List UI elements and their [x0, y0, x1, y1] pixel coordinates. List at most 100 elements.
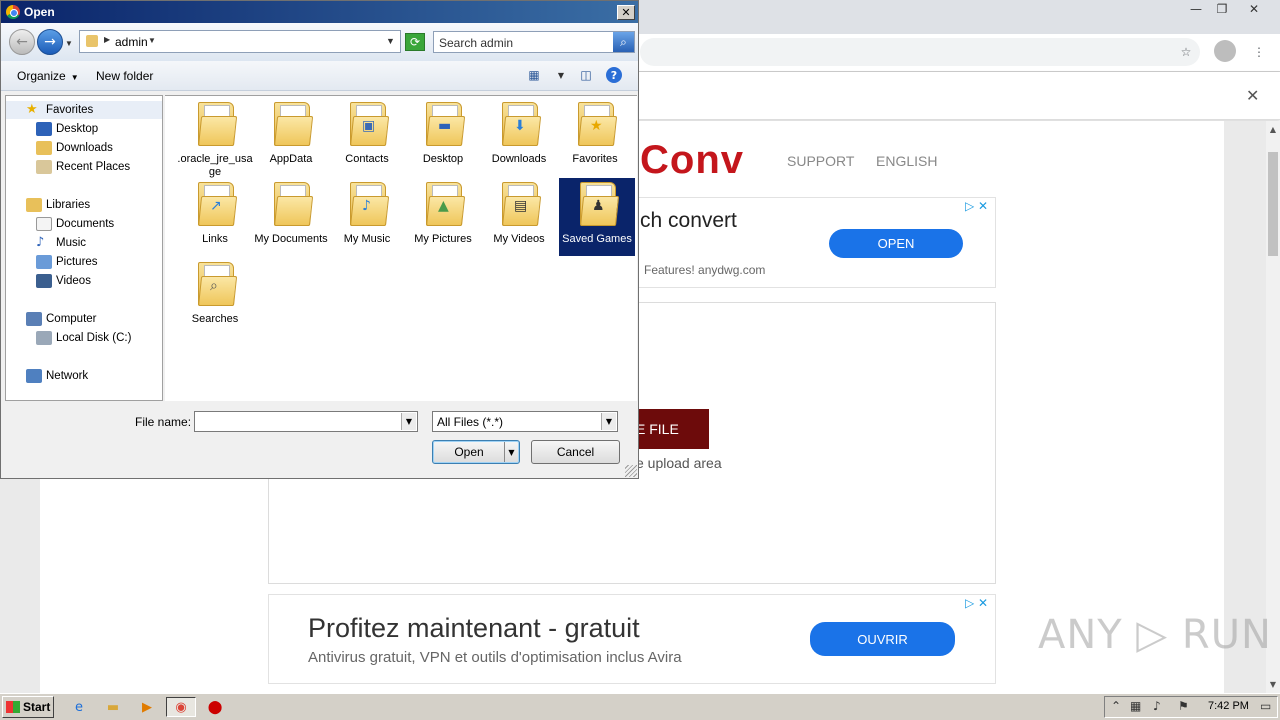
nav-computer[interactable]: Computer [6, 310, 97, 328]
nav-pictures[interactable]: Pictures [6, 253, 98, 271]
folder-item[interactable]: .oracle_jre_usage [177, 98, 253, 178]
folder-item[interactable]: ▬ Desktop [405, 98, 481, 176]
address-segment[interactable]: admin [115, 35, 148, 49]
folder-label: Saved Games [562, 233, 632, 245]
organize-menu[interactable]: Organize ▼ [17, 69, 79, 83]
favorites-folder-icon: ★ [578, 102, 618, 146]
menu-icon[interactable]: ⋮ [1248, 41, 1270, 63]
scrollbar-thumb[interactable] [1268, 152, 1278, 256]
help-icon[interactable]: ? [606, 67, 622, 83]
scroll-up-icon[interactable]: ▲ [1266, 122, 1280, 136]
folder-label: Downloads [491, 153, 547, 165]
security-app-icon[interactable]: ⬤ [204, 697, 226, 717]
adchoices-icon[interactable]: ▷ ✕ [965, 199, 988, 213]
star-icon: ★ [26, 102, 38, 117]
chevron-right-icon[interactable]: ▶ [104, 35, 110, 44]
nav-videos[interactable]: Videos [6, 272, 91, 290]
nav-music[interactable]: ♪ Music [6, 234, 86, 252]
window-close-button[interactable]: ✕ [1240, 0, 1268, 18]
site-logo[interactable]: Conv [640, 138, 744, 183]
volume-icon[interactable]: ♪ [1153, 699, 1161, 713]
nav-downloads[interactable]: Downloads [6, 139, 113, 157]
cancel-button[interactable]: Cancel [531, 440, 620, 464]
refresh-button[interactable]: ⟳ [405, 33, 425, 51]
recent-places-icon [36, 160, 52, 174]
ad-ouvrir-button[interactable]: OUVRIR [810, 622, 955, 656]
chevron-down-icon[interactable]: ▼ [601, 413, 616, 430]
address-dropdown-icon[interactable]: ▼ [386, 36, 395, 46]
scroll-down-icon[interactable]: ▼ [1266, 677, 1280, 691]
folder-item[interactable]: ★ Favorites [557, 98, 633, 176]
folder-item[interactable]: ▤ My Videos [481, 178, 557, 256]
open-dialog: Open ✕ ← → ▼ ▶ admin ▼ ▼ ⟳ Search admin … [0, 0, 639, 479]
nav-label: Pictures [56, 256, 98, 268]
restore-button[interactable]: ❐ [1208, 0, 1236, 18]
network-tray-icon[interactable]: ▦ [1130, 699, 1141, 713]
navigation-pane: ★ Favorites Desktop Downloads Recent Plac… [5, 95, 163, 401]
clock[interactable]: 7:42 PM [1208, 700, 1249, 712]
chevron-down-icon[interactable]: ▼ [148, 36, 156, 45]
chevron-down-icon[interactable]: ▼ [553, 67, 569, 83]
file-list: .oracle_jre_usage AppData ▣ Contacts ▬ D… [165, 95, 637, 401]
nav-local-disk[interactable]: Local Disk (C:) [6, 329, 131, 347]
nav-english[interactable]: ENGLISH [876, 153, 937, 169]
view-options-icon[interactable]: ▦ [526, 67, 542, 83]
explorer-icon[interactable]: ▬ [102, 697, 124, 717]
folder-item[interactable]: ▲ My Pictures [405, 178, 481, 256]
minimize-button[interactable]: — [1182, 0, 1210, 18]
folder-item[interactable]: ⬇ Downloads [481, 98, 557, 176]
nav-label: Local Disk (C:) [56, 332, 132, 344]
omnibox[interactable] [640, 38, 1200, 66]
star-icon[interactable]: ☆ [1175, 41, 1197, 63]
folder-item[interactable]: AppData [253, 98, 329, 176]
open-split-dropdown-icon[interactable]: ▼ [504, 442, 518, 462]
nav-recent-places[interactable]: Recent Places [6, 158, 130, 176]
search-input[interactable]: Search admin [433, 31, 635, 53]
nav-network[interactable]: Network [6, 367, 88, 385]
media-player-icon[interactable]: ▶ [136, 697, 158, 717]
nav-documents[interactable]: Documents [6, 215, 114, 233]
flag-icon[interactable]: ⚑ [1178, 699, 1189, 713]
pictures-icon [36, 255, 52, 269]
nav-desktop[interactable]: Desktop [6, 120, 98, 138]
recent-locations-icon[interactable]: ▼ [65, 39, 73, 48]
folder-label: My Music [343, 233, 391, 245]
start-button[interactable]: Start [2, 696, 54, 718]
folder-item[interactable]: ↗ Links [177, 178, 253, 256]
nav-label: Downloads [56, 142, 113, 154]
ie-icon[interactable]: e [68, 697, 90, 717]
folder-item-selected[interactable]: ♟ Saved Games [559, 178, 635, 256]
tray-expand-icon[interactable]: ⌃ [1111, 699, 1121, 713]
chevron-down-icon[interactable]: ▼ [401, 413, 416, 430]
folder-item[interactable]: ♪ My Music [329, 178, 405, 256]
folder-item[interactable]: My Documents [253, 178, 329, 256]
folder-item[interactable]: ⌕ Searches [177, 258, 253, 336]
file-type-select[interactable]: All Files (*.*) ▼ [432, 411, 618, 432]
folder-item[interactable]: ▣ Contacts [329, 98, 405, 176]
nav-label: Documents [56, 218, 115, 230]
choose-file-label: E FILE [636, 421, 679, 437]
choose-file-button[interactable]: E FILE [636, 409, 709, 449]
chrome-icon[interactable]: ◉ [166, 697, 196, 717]
preview-pane-icon[interactable]: ◫ [578, 67, 594, 83]
file-name-input[interactable]: ▼ [194, 411, 418, 432]
forward-button[interactable]: → [37, 29, 63, 55]
new-folder-button[interactable]: New folder [96, 69, 153, 83]
nav-favorites[interactable]: ★ Favorites [6, 101, 162, 119]
nav-libraries[interactable]: Libraries [6, 196, 90, 214]
ad-open-button[interactable]: OPEN [829, 229, 963, 258]
infobar-close-icon[interactable]: ✕ [1246, 86, 1259, 105]
search-icon[interactable]: ⌕ [613, 32, 634, 52]
dialog-close-button[interactable]: ✕ [617, 5, 635, 20]
show-desktop-icon[interactable]: ▭ [1260, 699, 1271, 713]
resize-grip[interactable] [625, 465, 637, 477]
nav-support[interactable]: SUPPORT [787, 153, 854, 169]
dialog-titlebar[interactable]: Open ✕ [1, 1, 638, 23]
avatar[interactable] [1214, 40, 1236, 62]
music-folder-icon: ♪ [350, 182, 390, 226]
folder-label: My Pictures [414, 233, 472, 245]
nav-label: Favorites [46, 104, 94, 116]
back-button[interactable]: ← [9, 29, 35, 55]
address-bar[interactable]: ▶ admin ▼ ▼ [79, 30, 401, 53]
adchoices-icon[interactable]: ▷ ✕ [965, 596, 988, 610]
